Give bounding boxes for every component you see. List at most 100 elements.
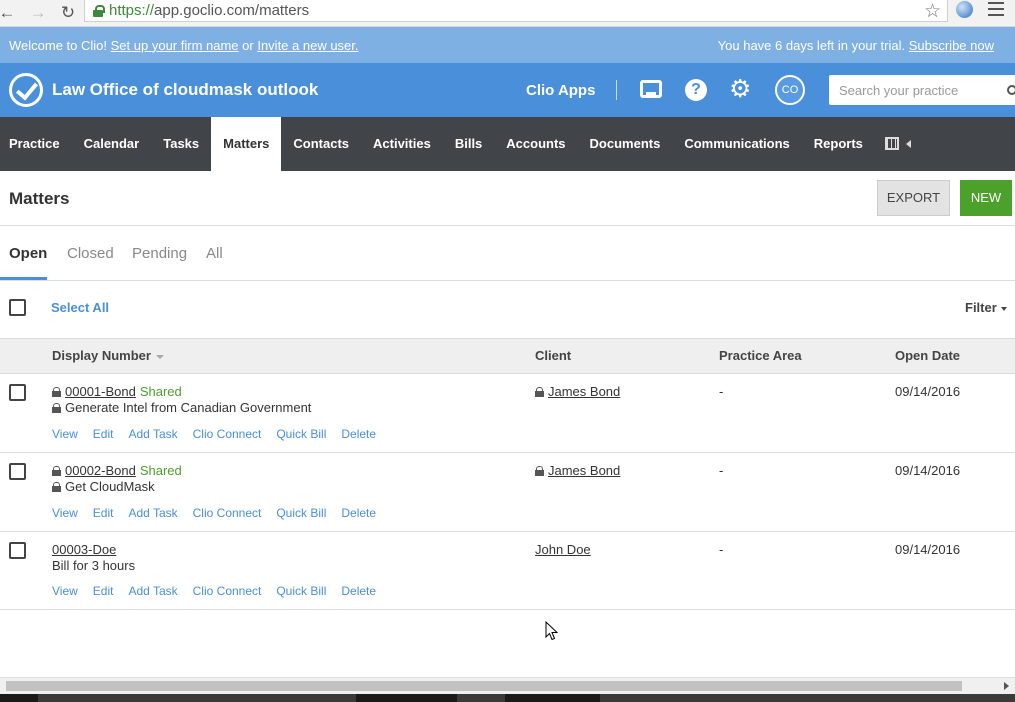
export-button[interactable]: EXPORT xyxy=(877,180,950,216)
row-checkbox[interactable] xyxy=(9,542,26,559)
lock-icon xyxy=(52,387,61,397)
edit-link[interactable]: Edit xyxy=(93,584,114,598)
view-link[interactable]: View xyxy=(52,506,78,520)
nav-communications[interactable]: Communications xyxy=(672,117,801,171)
tab-closed[interactable]: Closed xyxy=(67,245,114,262)
client-link[interactable]: James Bond xyxy=(548,463,620,478)
shared-badge: Shared xyxy=(139,463,182,478)
setup-firm-link[interactable]: Set up your firm name xyxy=(111,38,239,53)
table-row: 00003-Doe Bill for 3 hours John Doe - 09… xyxy=(0,532,1015,610)
edit-link[interactable]: Edit xyxy=(93,427,114,441)
lock-icon xyxy=(52,403,61,413)
select-all-checkbox[interactable] xyxy=(9,299,26,316)
client-cell: John Doe xyxy=(535,542,591,557)
open-date-cell: 09/14/2016 xyxy=(895,384,961,399)
matter-number-link[interactable]: 00001-Bond xyxy=(65,384,136,399)
column-open-date[interactable]: Open Date xyxy=(895,348,960,363)
search-input[interactable] xyxy=(829,75,1015,105)
table-row: 00001-Bond Shared Generate Intel from Can… xyxy=(0,374,1015,453)
taskbar-item[interactable] xyxy=(457,694,505,702)
tab-pending[interactable]: Pending xyxy=(132,245,187,262)
clio-apps-link[interactable]: Clio Apps xyxy=(526,82,595,99)
back-arrow-icon[interactable]: ← xyxy=(0,3,16,23)
tab-open[interactable]: Open xyxy=(9,245,47,262)
inbox-icon[interactable] xyxy=(640,80,662,98)
matter-description: Generate Intel from Canadian Government xyxy=(52,400,311,415)
avatar[interactable]: CO xyxy=(775,75,805,105)
column-client[interactable]: Client xyxy=(535,348,571,363)
subscribe-link[interactable]: Subscribe now xyxy=(909,38,994,53)
scrollbar-thumb[interactable] xyxy=(6,681,962,691)
delete-link[interactable]: Delete xyxy=(341,427,376,441)
matter-number-link[interactable]: 00002-Bond xyxy=(65,463,136,478)
horizontal-scrollbar[interactable] xyxy=(0,677,1015,694)
nav-practice[interactable]: Practice xyxy=(0,117,72,171)
row-actions: View Edit Add Task Clio Connect Quick Bill De… xyxy=(52,506,391,520)
forward-arrow-icon[interactable]: → xyxy=(26,3,50,23)
lock-icon xyxy=(535,387,544,397)
search-icon[interactable] xyxy=(1007,85,1015,95)
row-checkbox[interactable] xyxy=(9,384,26,401)
extension-icon[interactable] xyxy=(956,1,973,18)
nav-calendar[interactable]: Calendar xyxy=(72,117,152,171)
nav-documents[interactable]: Documents xyxy=(578,117,673,171)
star-icon[interactable]: ☆ xyxy=(924,0,941,23)
delete-link[interactable]: Delete xyxy=(341,506,376,520)
nav-reports[interactable]: Reports xyxy=(802,117,875,171)
clio-logo-icon[interactable] xyxy=(9,73,43,107)
quick-bill-link[interactable]: Quick Bill xyxy=(276,427,326,441)
sort-icon[interactable] xyxy=(155,354,164,359)
column-practice-area[interactable]: Practice Area xyxy=(719,348,802,363)
tab-all[interactable]: All xyxy=(206,245,223,262)
add-task-link[interactable]: Add Task xyxy=(128,506,177,520)
column-display-number[interactable]: Display Number xyxy=(52,348,164,363)
view-link[interactable]: View xyxy=(52,427,78,441)
trial-remaining: You have 6 days left in your trial. Subs… xyxy=(717,37,994,53)
clio-connect-link[interactable]: Clio Connect xyxy=(193,584,262,598)
select-all-link[interactable]: Select All xyxy=(51,300,109,315)
nav-accounts[interactable]: Accounts xyxy=(494,117,577,171)
taskbar-item[interactable] xyxy=(38,694,356,702)
client-link[interactable]: John Doe xyxy=(535,542,591,557)
help-icon[interactable]: ? xyxy=(685,79,707,101)
practice-area-cell: - xyxy=(719,384,724,399)
nav-matters[interactable]: Matters xyxy=(211,117,282,171)
welcome-text: Welcome to Clio! xyxy=(9,37,108,53)
matter-number-cell: 00003-Doe xyxy=(52,542,116,557)
clio-connect-link[interactable]: Clio Connect xyxy=(193,427,262,441)
view-link[interactable]: View xyxy=(52,584,78,598)
open-date-cell: 09/14/2016 xyxy=(895,542,961,557)
edit-link[interactable]: Edit xyxy=(93,506,114,520)
delete-link[interactable]: Delete xyxy=(341,584,376,598)
add-task-link[interactable]: Add Task xyxy=(128,584,177,598)
row-checkbox[interactable] xyxy=(9,463,26,480)
quick-bill-link[interactable]: Quick Bill xyxy=(276,506,326,520)
matter-number-link[interactable]: 00003-Doe xyxy=(52,542,116,557)
firm-name[interactable]: Law Office of cloudmask outlook xyxy=(52,80,318,100)
cursor-icon xyxy=(545,621,558,641)
filter-dropdown[interactable]: Filter xyxy=(965,300,1007,315)
calendar-icon[interactable] xyxy=(884,137,899,150)
url-text[interactable]: https://app.goclio.com/matters xyxy=(109,2,309,19)
menu-icon[interactable] xyxy=(988,2,1004,16)
client-link[interactable]: James Bond xyxy=(548,384,620,399)
caret-left-icon[interactable] xyxy=(905,140,911,148)
add-task-link[interactable]: Add Task xyxy=(128,427,177,441)
taskbar-item[interactable] xyxy=(600,694,1015,702)
gear-icon[interactable]: ⚙ xyxy=(729,75,751,103)
nav-contacts[interactable]: Contacts xyxy=(281,117,361,171)
invite-user-link[interactable]: Invite a new user. xyxy=(257,38,358,53)
reload-icon[interactable]: ↻ xyxy=(56,3,80,23)
nav-bills[interactable]: Bills xyxy=(443,117,494,171)
lock-icon xyxy=(93,4,105,17)
quick-bill-link[interactable]: Quick Bill xyxy=(276,584,326,598)
nav-tasks[interactable]: Tasks xyxy=(151,117,211,171)
clio-connect-link[interactable]: Clio Connect xyxy=(193,506,262,520)
scroll-right-arrow-icon[interactable] xyxy=(1004,682,1009,690)
matter-description: Bill for 3 hours xyxy=(52,558,136,573)
new-button[interactable]: NEW xyxy=(960,180,1012,216)
nav-activities[interactable]: Activities xyxy=(361,117,443,171)
client-cell: James Bond xyxy=(535,463,620,478)
address-bar[interactable]: https://app.goclio.com/matters ☆ xyxy=(84,0,948,22)
browser-toolbar: ← → ↻ https://app.goclio.com/matters ☆ xyxy=(0,0,1015,27)
